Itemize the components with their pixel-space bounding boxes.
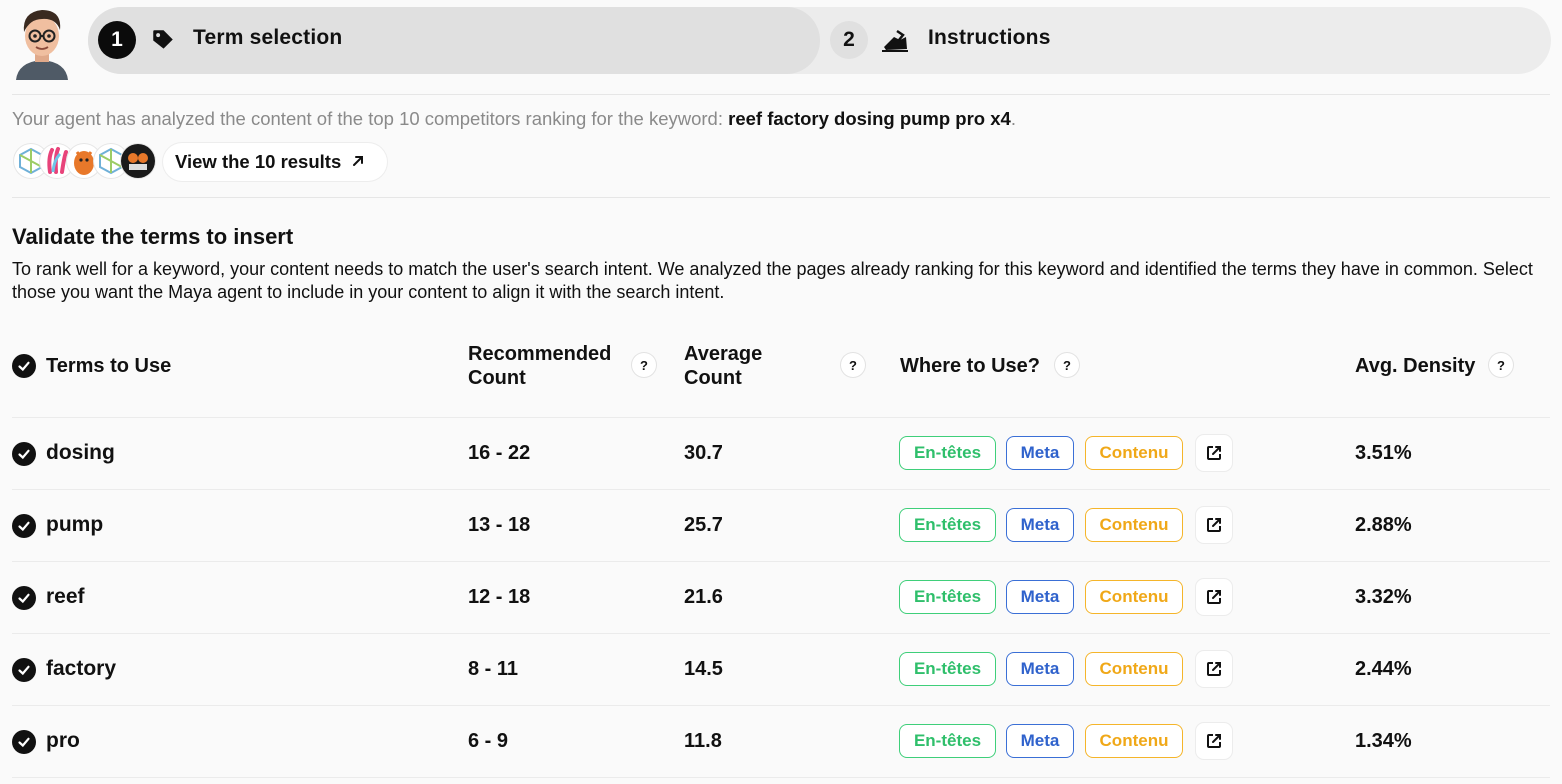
writing-hand-icon bbox=[880, 27, 910, 58]
meta-tag[interactable]: Meta bbox=[1006, 436, 1074, 470]
competitor-favicon bbox=[121, 144, 155, 178]
term-checkbox[interactable] bbox=[12, 586, 36, 610]
term-checkbox[interactable] bbox=[12, 730, 36, 754]
headings-tag[interactable]: En-têtes bbox=[899, 508, 996, 542]
row-divider bbox=[12, 489, 1550, 490]
meta-tag[interactable]: Meta bbox=[1006, 580, 1074, 614]
row-divider bbox=[12, 705, 1550, 706]
recommended-count: 8 - 11 bbox=[468, 658, 519, 680]
select-all-checkbox[interactable] bbox=[12, 354, 36, 378]
header-terms: Terms to Use bbox=[46, 355, 172, 377]
term-name: pump bbox=[46, 513, 104, 536]
divider bbox=[12, 197, 1550, 198]
content-tag[interactable]: Contenu bbox=[1085, 436, 1183, 470]
meta-tag[interactable]: Meta bbox=[1006, 652, 1074, 686]
term-name: factory bbox=[46, 657, 117, 680]
content-tag[interactable]: Contenu bbox=[1085, 580, 1183, 614]
keyword: reef factory dosing pump pro x4 bbox=[728, 108, 1011, 129]
avg-density: 2.88% bbox=[1355, 514, 1412, 536]
term-checkbox[interactable] bbox=[12, 658, 36, 682]
term-name: reef bbox=[46, 585, 85, 608]
header-avg-density: Avg. Density bbox=[1355, 355, 1476, 377]
term-checkbox[interactable] bbox=[12, 442, 36, 466]
term-name: pro bbox=[46, 729, 80, 752]
row-divider bbox=[12, 417, 1550, 418]
headings-tag[interactable]: En-têtes bbox=[899, 724, 996, 758]
stepper: 1 Term selection 2 Instructions bbox=[88, 7, 1551, 74]
header-average-count: Average Count bbox=[684, 343, 763, 389]
avg-density: 1.34% bbox=[1355, 730, 1412, 752]
external-link-icon[interactable] bbox=[1196, 435, 1232, 471]
external-link-icon[interactable] bbox=[1196, 507, 1232, 543]
step-2-label[interactable]: Instructions bbox=[928, 26, 1051, 50]
view-results-button[interactable]: View the 10 results bbox=[163, 143, 387, 181]
content-tag[interactable]: Contenu bbox=[1085, 724, 1183, 758]
headings-tag[interactable]: En-têtes bbox=[899, 652, 996, 686]
help-icon[interactable]: ? bbox=[1489, 353, 1513, 377]
average-count: 11.8 bbox=[684, 730, 722, 752]
help-icon[interactable]: ? bbox=[1055, 353, 1079, 377]
headings-tag[interactable]: En-têtes bbox=[899, 436, 996, 470]
average-count: 21.6 bbox=[684, 586, 723, 608]
step-2-number[interactable]: 2 bbox=[830, 21, 868, 59]
avg-density: 3.51% bbox=[1355, 442, 1412, 464]
meta-tag[interactable]: Meta bbox=[1006, 724, 1074, 758]
average-count: 30.7 bbox=[684, 442, 723, 464]
tag-icon bbox=[150, 27, 176, 58]
recommended-count: 6 - 9 bbox=[468, 730, 509, 752]
recommended-count: 13 - 18 bbox=[468, 514, 531, 536]
view-results-label: View the 10 results bbox=[175, 151, 342, 172]
help-icon[interactable]: ? bbox=[841, 353, 865, 377]
external-link-icon[interactable] bbox=[1196, 723, 1232, 759]
row-divider bbox=[12, 633, 1550, 634]
header-recommended-count: Recommended Count bbox=[468, 343, 612, 389]
external-link-icon[interactable] bbox=[1196, 579, 1232, 615]
term-checkbox[interactable] bbox=[12, 514, 36, 538]
content-tag[interactable]: Contenu bbox=[1085, 508, 1183, 542]
avg-density: 2.44% bbox=[1355, 658, 1412, 680]
agent-avatar bbox=[12, 4, 72, 80]
recommended-count: 12 - 18 bbox=[468, 586, 531, 608]
meta-tag[interactable]: Meta bbox=[1006, 508, 1074, 542]
header-where-to-use: Where to Use? bbox=[900, 355, 1041, 377]
arrow-up-right-icon bbox=[351, 151, 365, 173]
average-count: 25.7 bbox=[684, 514, 723, 536]
avg-density: 3.32% bbox=[1355, 586, 1412, 608]
help-icon[interactable]: ? bbox=[632, 353, 656, 377]
competitor-favicons[interactable] bbox=[14, 144, 159, 180]
average-count: 14.5 bbox=[684, 658, 723, 680]
row-divider bbox=[12, 777, 1550, 778]
content-tag[interactable]: Contenu bbox=[1085, 652, 1183, 686]
step-1-label: Term selection bbox=[193, 26, 343, 49]
headings-tag[interactable]: En-têtes bbox=[899, 580, 996, 614]
section-description: To rank well for a keyword, your content… bbox=[12, 259, 1533, 302]
recommended-count: 16 - 22 bbox=[468, 442, 531, 464]
intro-text: Your agent has analyzed the content of t… bbox=[12, 108, 1016, 129]
divider bbox=[12, 94, 1550, 95]
row-divider bbox=[12, 561, 1550, 562]
external-link-icon[interactable] bbox=[1196, 651, 1232, 687]
section-title: Validate the terms to insert bbox=[12, 224, 294, 249]
term-name: dosing bbox=[46, 441, 115, 464]
step-1-number: 1 bbox=[98, 21, 136, 59]
